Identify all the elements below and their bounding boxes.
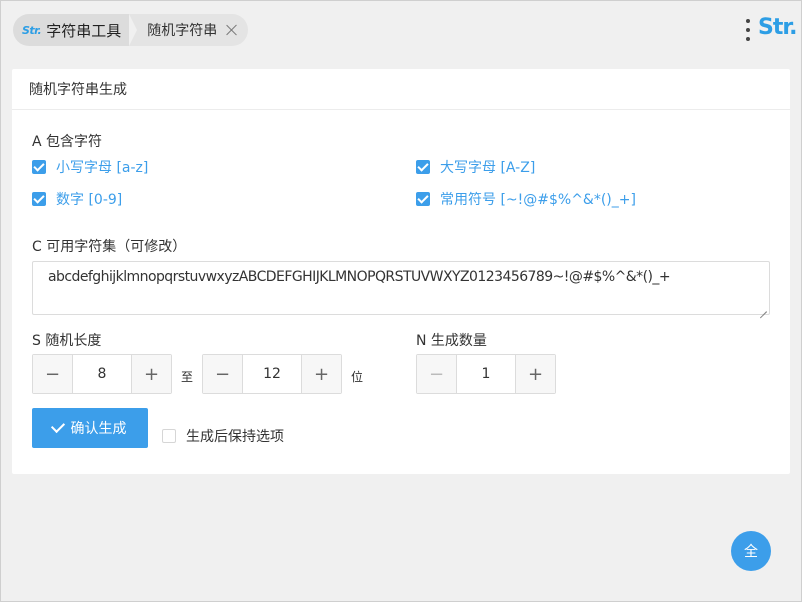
tab-random-string[interactable]: 随机字符串: [129, 14, 249, 46]
length-min-stepper[interactable]: − 8 +: [32, 354, 172, 394]
unit-label: 位: [351, 370, 364, 384]
option-lowercase[interactable]: 小写字母 [a-z]: [32, 157, 148, 177]
section-a-label: A 包含字符: [32, 134, 103, 150]
count-stepper[interactable]: − 1 +: [416, 354, 556, 394]
plus-button[interactable]: +: [131, 355, 171, 393]
more-menu-icon[interactable]: [745, 19, 751, 41]
resize-grip-icon[interactable]: [759, 304, 767, 312]
breadcrumb-root-label: 字符串工具: [46, 21, 122, 40]
option-lowercase-label: 小写字母 [a-z]: [56, 160, 149, 176]
breadcrumb-root[interactable]: Str. 字符串工具: [13, 14, 138, 46]
minus-button[interactable]: −: [417, 355, 457, 393]
top-bar: Str. 字符串工具 随机字符串 Str.: [1, 1, 801, 57]
checkbox-checked-icon[interactable]: [32, 160, 46, 174]
length-min-value[interactable]: 8: [73, 355, 131, 393]
confirm-label: 确认生成: [70, 421, 127, 437]
plus-button[interactable]: +: [301, 355, 341, 393]
minus-button[interactable]: −: [203, 355, 243, 393]
option-digits[interactable]: 数字 [0-9]: [32, 189, 122, 209]
length-max-value[interactable]: 12: [243, 355, 301, 393]
close-icon[interactable]: [226, 24, 238, 36]
card-title: 随机字符串生成: [12, 69, 790, 110]
checkbox-checked-icon[interactable]: [416, 192, 430, 206]
tab-label: 随机字符串: [147, 23, 218, 39]
count-value[interactable]: 1: [457, 355, 515, 393]
checkbox-unchecked-icon[interactable]: [162, 429, 176, 443]
option-digits-label: 数字 [0-9]: [56, 192, 123, 208]
breadcrumb: Str. 字符串工具 随机字符串: [13, 14, 249, 46]
option-symbols-label: 常用符号 [~!@#$%^&*()_+]: [440, 192, 636, 208]
section-s-label: S 随机长度: [32, 333, 102, 349]
generator-card: 随机字符串生成 A 包含字符 小写字母 [a-z] 大写字母 [A-Z] 数字 …: [12, 69, 790, 474]
keep-options-checkbox[interactable]: 生成后保持选项: [162, 426, 284, 446]
option-symbols[interactable]: 常用符号 [~!@#$%^&*()_+]: [416, 189, 636, 209]
check-icon: [50, 418, 65, 434]
option-uppercase[interactable]: 大写字母 [A-Z]: [416, 157, 535, 177]
length-max-stepper[interactable]: − 12 +: [202, 354, 342, 394]
confirm-generate-button[interactable]: 确认生成: [32, 408, 148, 448]
brand-logo: Str.: [758, 15, 797, 40]
to-label: 至: [181, 370, 194, 384]
minus-button[interactable]: −: [33, 355, 73, 393]
plus-button[interactable]: +: [515, 355, 555, 393]
section-c-label: C 可用字符集（可修改）: [32, 239, 187, 255]
charset-value: abcdefghijklmnopqrstuvwxyzABCDEFGHIJKLMN…: [48, 269, 671, 285]
keep-options-label: 生成后保持选项: [186, 429, 284, 445]
section-n-label: N 生成数量: [416, 333, 487, 349]
checkbox-checked-icon[interactable]: [416, 160, 430, 174]
charset-textarea[interactable]: abcdefghijklmnopqrstuvwxyzABCDEFGHIJKLMN…: [32, 261, 770, 315]
fullscreen-button[interactable]: 全: [731, 531, 771, 571]
option-uppercase-label: 大写字母 [A-Z]: [440, 160, 536, 176]
str-logo-icon: Str.: [22, 23, 42, 37]
checkbox-checked-icon[interactable]: [32, 192, 46, 206]
